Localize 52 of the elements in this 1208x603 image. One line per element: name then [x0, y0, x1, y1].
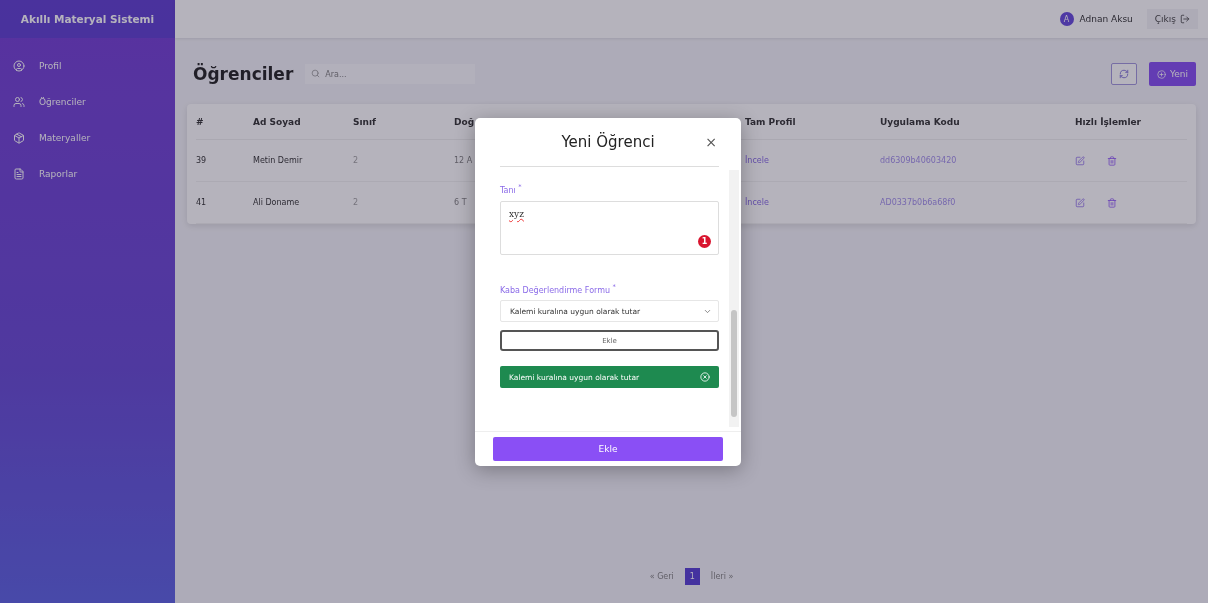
table-cell: Ali Doname: [253, 182, 353, 224]
search-field[interactable]: Ara...: [305, 64, 476, 84]
refresh-icon: [1118, 69, 1129, 79]
user-name: Adnan Aksu: [1079, 14, 1133, 24]
table-cell: AD0337b0b6a68f0: [880, 182, 1075, 224]
column-header: Hızlı İşlemler: [1075, 104, 1187, 140]
column-header: Tam Profil: [745, 104, 880, 140]
new-button[interactable]: Yeni: [1148, 62, 1196, 86]
pagination-button[interactable]: İleri »: [705, 568, 739, 585]
user-avatar: A: [1059, 12, 1074, 26]
scrollbar[interactable]: [729, 170, 739, 427]
table-cell: 39: [196, 140, 253, 182]
edit-icon[interactable]: [1075, 155, 1085, 166]
pagination-button[interactable]: 1: [684, 568, 700, 585]
user-circle-icon: [13, 60, 25, 72]
sidebar-item-label: Materyaller: [39, 133, 91, 143]
submit-button[interactable]: Ekle: [493, 437, 723, 461]
document-icon: [13, 168, 25, 180]
profile-link[interactable]: İncele: [745, 198, 769, 207]
trash-icon[interactable]: [1107, 197, 1117, 208]
field-label: Tanı $^{*}$: [500, 183, 523, 195]
page-title: Öğrenciler: [193, 64, 294, 84]
sidebar-item-label: Profil: [39, 61, 62, 71]
refresh-button[interactable]: [1110, 63, 1137, 85]
profile-link[interactable]: İncele: [745, 156, 769, 165]
search-icon: [311, 69, 321, 78]
logout-icon: [1180, 14, 1190, 24]
sidebar-item[interactable]: Profil: [0, 48, 175, 84]
column-header: Sınıf: [353, 104, 454, 140]
edit-icon[interactable]: [1075, 197, 1085, 208]
plus-circle-icon: [1156, 69, 1166, 79]
sidebar-item[interactable]: Materyaller: [0, 120, 175, 156]
sidebar-item[interactable]: Raporlar: [0, 156, 175, 192]
table-cell: 41: [196, 182, 253, 224]
users-icon: [13, 96, 25, 108]
table-cell: dd6309b40603420: [880, 140, 1075, 182]
trash-icon[interactable]: [1107, 155, 1117, 166]
table-cell: Metin Demir: [253, 140, 353, 182]
sidebar-item[interactable]: Öğrenciler: [0, 84, 175, 120]
sidebar-item-label: Öğrenciler: [39, 97, 86, 107]
column-header: #: [196, 104, 253, 140]
column-header: Ad Soyad: [253, 104, 353, 140]
sidebar-item-label: Raporlar: [39, 169, 78, 179]
column-header: Uygulama Kodu: [880, 104, 1075, 140]
remove-icon[interactable]: [700, 372, 710, 383]
notification-badge: 1: [698, 234, 711, 248]
table-cell: 2: [353, 140, 454, 182]
logout-button[interactable]: Çıkış: [1146, 9, 1198, 29]
box-icon: [13, 132, 25, 144]
table-cell: 2: [353, 182, 454, 224]
field-label: Kaba Değerlendirme Formu $^{*}$: [500, 282, 617, 295]
pagination-button[interactable]: « Geri: [644, 568, 679, 585]
